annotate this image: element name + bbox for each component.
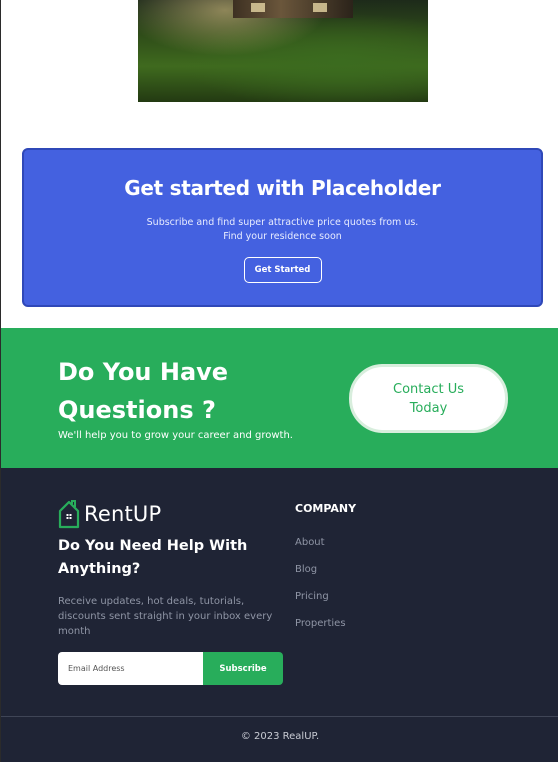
cta-subtitle-line: Find your residence soon xyxy=(223,231,342,242)
footer: RentUP Do You Need Help With Anything? R… xyxy=(1,468,558,762)
contact-us-button[interactable]: Contact Us Today xyxy=(349,364,508,433)
questions-subtitle: We'll help you to grow your career and g… xyxy=(58,430,293,441)
get-started-banner: Get started with Placeholder Subscribe a… xyxy=(22,148,543,307)
footer-logo[interactable]: RentUP xyxy=(58,499,161,529)
house-roofline xyxy=(233,0,353,18)
help-text: Receive updates, hot deals, tutorials, d… xyxy=(58,596,273,637)
window xyxy=(313,3,327,12)
questions-section: Do You Have Questions ? We'll help you t… xyxy=(1,328,558,468)
cta-title: Get started with Placeholder xyxy=(124,176,441,200)
copyright-text: © 2023 RealUP. xyxy=(240,731,320,742)
cta-subtitle: Subscribe and find super attractive pric… xyxy=(24,216,541,244)
footer-link-pricing[interactable]: Pricing xyxy=(295,590,346,617)
company-links: About Blog Pricing Properties xyxy=(295,536,346,644)
house-photo xyxy=(138,0,428,102)
help-title: Do You Need Help With Anything? xyxy=(58,538,248,577)
questions-title: Do You Have Questions ? xyxy=(58,358,229,424)
footer-link-blog[interactable]: Blog xyxy=(295,563,346,590)
footer-link-about[interactable]: About xyxy=(295,536,346,563)
logo-text: RentUP xyxy=(84,502,162,526)
email-field[interactable] xyxy=(58,652,203,685)
footer-divider xyxy=(1,716,558,717)
subscribe-button[interactable]: Subscribe xyxy=(203,652,283,685)
newsletter-form: Subscribe xyxy=(58,652,283,685)
house-icon xyxy=(58,500,80,529)
company-heading: COMPANY xyxy=(295,502,357,515)
get-started-button[interactable]: Get Started xyxy=(243,257,322,283)
cta-subtitle-line: Subscribe and find super attractive pric… xyxy=(146,217,419,228)
window xyxy=(251,3,265,12)
footer-link-properties[interactable]: Properties xyxy=(295,617,346,644)
